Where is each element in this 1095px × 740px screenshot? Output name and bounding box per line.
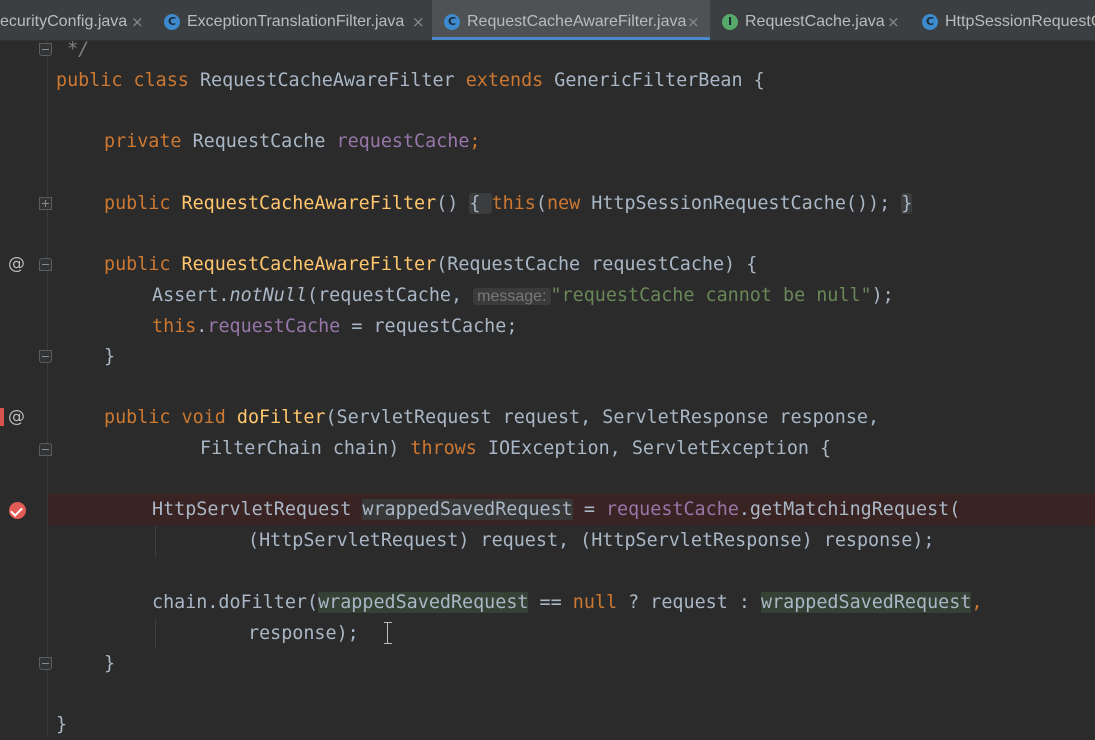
indent-guide: [155, 526, 156, 557]
code-line: chain.doFilter(wrappedSavedRequest == nu…: [152, 592, 983, 613]
close-icon[interactable]: ×: [131, 0, 144, 40]
close-icon[interactable]: ×: [687, 0, 700, 40]
code-line: private RequestCache requestCache;: [104, 131, 481, 152]
indent-guide: [155, 618, 156, 649]
code-line: public void doFilter(ServletRequest requ…: [104, 407, 880, 428]
fold-expand-icon[interactable]: [39, 197, 52, 210]
tab-http-session-request-cache[interactable]: C HttpSessionRequestC: [910, 0, 1095, 40]
override-marker-icon[interactable]: @: [8, 254, 25, 274]
close-icon[interactable]: ×: [412, 0, 425, 40]
text-cursor-icon: [384, 622, 392, 644]
fold-end-icon[interactable]: [39, 350, 52, 363]
tab-exception-translation-filter[interactable]: C ExceptionTranslationFilter.java ×: [152, 0, 432, 40]
code-line: }: [56, 714, 68, 735]
class-icon: C: [922, 14, 938, 30]
gutter-separator: [47, 41, 48, 735]
overrides-arrow-icon[interactable]: [0, 408, 4, 426]
code-line: public RequestCacheAwareFilter(RequestCa…: [104, 254, 758, 275]
editor-tab-bar: ecurityConfig.java × C ExceptionTranslat…: [0, 0, 1095, 41]
code-line: }: [104, 346, 116, 367]
fold-collapse-icon[interactable]: [39, 443, 52, 456]
code-line: response);: [248, 623, 359, 644]
tab-request-cache-aware-filter[interactable]: C RequestCacheAwareFilter.java ×: [432, 0, 710, 40]
tab-label: RequestCache.java: [745, 13, 885, 30]
code-line: Assert.notNull(requestCache, message: "re…: [152, 285, 894, 306]
breakpoint-icon[interactable]: [9, 502, 26, 519]
code-line: }: [104, 653, 116, 674]
code-line: (HttpServletRequest) request, (HttpServl…: [248, 530, 935, 551]
folded-region[interactable]: }: [901, 193, 913, 214]
code-line: this.requestCache = requestCache;: [152, 316, 518, 337]
code-line: */: [56, 39, 90, 60]
code-line: public RequestCacheAwareFilter() { this(…: [104, 193, 913, 214]
code-line: public class RequestCacheAwareFilter ext…: [56, 70, 765, 91]
interface-icon: I: [722, 14, 738, 30]
override-marker-icon[interactable]: @: [8, 407, 25, 427]
class-icon: C: [164, 14, 180, 30]
fold-end-icon[interactable]: [39, 657, 52, 670]
class-icon: C: [444, 14, 460, 30]
folded-region[interactable]: {: [469, 193, 492, 214]
fold-end-icon[interactable]: [39, 43, 52, 56]
parameter-hint: message:: [473, 288, 551, 305]
tab-label: RequestCacheAwareFilter.java: [467, 13, 687, 30]
tab-label: HttpSessionRequestC: [945, 13, 1095, 30]
code-line: HttpServletRequest wrappedSavedRequest =…: [152, 499, 961, 520]
tab-request-cache[interactable]: I RequestCache.java ×: [710, 0, 910, 40]
fold-collapse-icon[interactable]: [39, 258, 52, 271]
tab-label: ExceptionTranslationFilter.java: [187, 13, 405, 30]
close-icon[interactable]: ×: [887, 0, 900, 40]
code-line: FilterChain chain) throws IOException, S…: [200, 438, 832, 459]
